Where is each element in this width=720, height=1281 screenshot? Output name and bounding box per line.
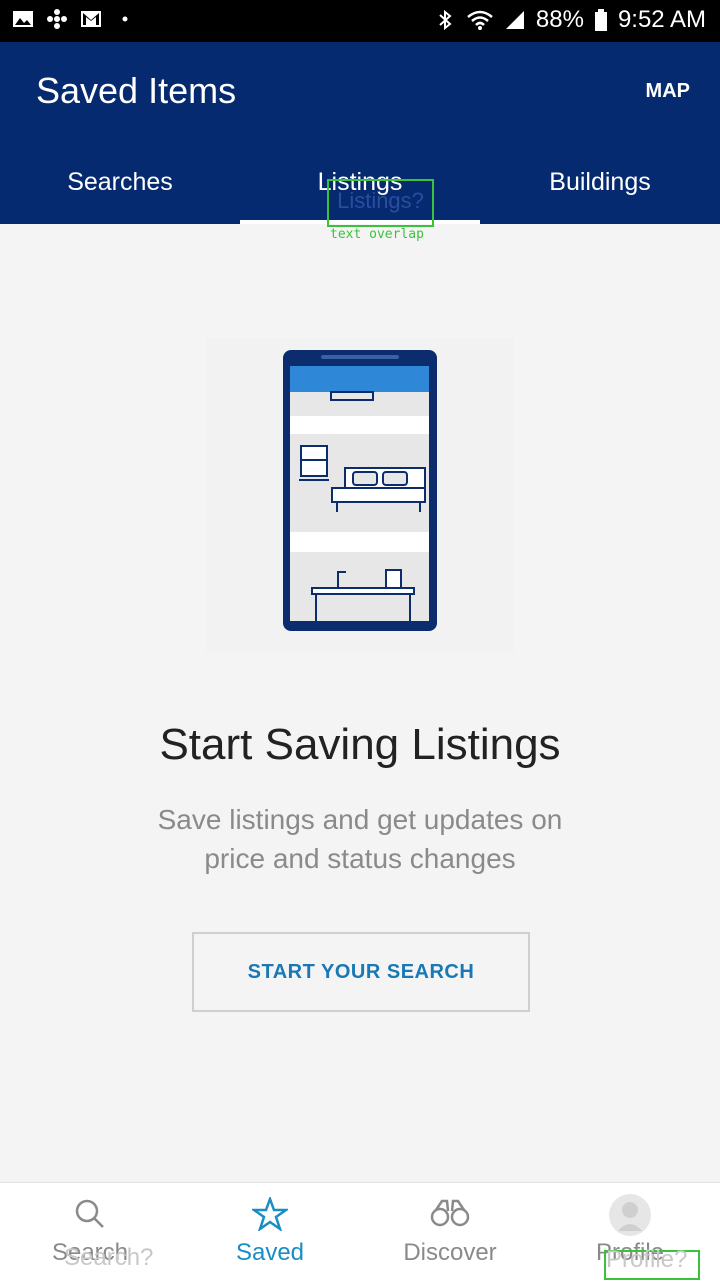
- empty-state-headline: Start Saving Listings: [159, 720, 561, 769]
- tab-searches[interactable]: Searches: [0, 150, 240, 224]
- clock: 9:52 AM: [617, 6, 706, 33]
- ghost-search-label: Search?: [64, 1244, 154, 1271]
- avatar-icon: [609, 1194, 651, 1236]
- nav-saved-label: Saved: [235, 1239, 305, 1266]
- phone-illustration: [206, 338, 514, 652]
- gmail-icon: [81, 11, 101, 27]
- nav-discover-label: Discover: [403, 1239, 497, 1266]
- image-icon: [13, 11, 33, 27]
- overlap-annotation-box: Listings?: [327, 179, 434, 227]
- overlap-annotation-label: text overlap: [330, 227, 424, 242]
- nav-discover[interactable]: Discover: [360, 1183, 540, 1281]
- page-title: Saved Items: [36, 70, 237, 111]
- empty-state-description: Save listings and get updates on price a…: [157, 804, 563, 874]
- star-icon: [252, 1197, 288, 1231]
- pinwheel-icon: [47, 9, 67, 29]
- nav-saved[interactable]: Saved: [180, 1183, 360, 1281]
- status-bar: 88% 9:52 AM: [0, 0, 720, 42]
- map-button[interactable]: MAP: [646, 80, 690, 103]
- wifi-icon: [467, 10, 493, 30]
- start-search-button[interactable]: START YOUR SEARCH: [192, 932, 530, 1012]
- ghost-profile-label: Profile?: [606, 1246, 688, 1273]
- dot-icon: [122, 16, 128, 22]
- search-icon: [75, 1199, 104, 1228]
- signal-icon: [505, 11, 524, 29]
- battery-icon: [594, 9, 607, 31]
- tab-buildings[interactable]: Buildings: [480, 150, 720, 224]
- bluetooth-icon: [439, 9, 452, 31]
- battery-percent: 88%: [535, 6, 584, 33]
- binoculars-icon: [430, 1199, 470, 1227]
